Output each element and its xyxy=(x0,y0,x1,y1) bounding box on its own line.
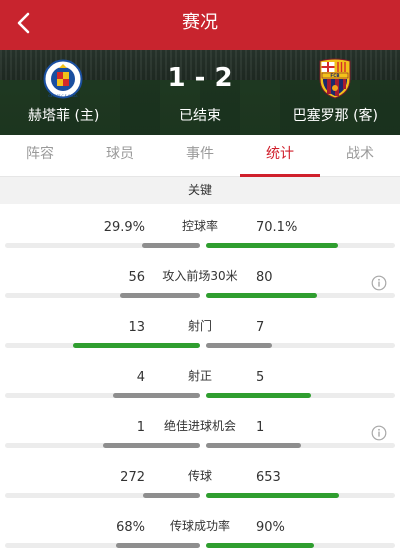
away-bar-fill xyxy=(206,543,314,548)
tab-lineup[interactable]: 阵容 xyxy=(0,135,80,177)
tab-events[interactable]: 事件 xyxy=(160,135,240,177)
stat-home-value: 29.9% xyxy=(103,220,145,235)
away-bar-track xyxy=(206,343,395,348)
home-bar-track xyxy=(5,443,200,448)
stat-home-value: 1 xyxy=(136,420,145,435)
stat-away-value: 80 xyxy=(256,270,273,285)
away-bar-fill xyxy=(206,343,273,348)
stat-away-value: 1 xyxy=(256,420,265,435)
away-team-name: 巴塞罗那 (客) xyxy=(292,108,378,124)
page-title: 赛况 xyxy=(182,12,218,33)
stat-row-final-third-entries: 56 攻入前场30米 80 xyxy=(0,261,400,311)
barcelona-crest-icon: FCB xyxy=(319,58,351,99)
away-bar-track xyxy=(206,543,395,548)
away-bar-track xyxy=(206,293,395,298)
home-bar-track xyxy=(5,293,200,298)
home-crest-text: GETAFE C.F. S.A.D. xyxy=(48,94,77,98)
tab-tactics[interactable]: 战术 xyxy=(320,135,400,177)
tab-players[interactable]: 球员 xyxy=(80,135,160,177)
home-bar-fill xyxy=(113,393,200,398)
getafe-crest-icon: GETAFE C.F. S.A.D. xyxy=(43,59,83,99)
match-score: 1 - 2 xyxy=(167,63,233,93)
stat-label: 射正 xyxy=(187,369,212,383)
home-bar-fill xyxy=(141,243,200,248)
stat-row-big-chances: 1 绝佳进球机会 1 xyxy=(0,411,400,461)
stat-row-shots-on-target: 4 射正 5 xyxy=(0,361,400,411)
stat-row-passes: 272 传球 653 xyxy=(0,461,400,511)
home-bar-fill xyxy=(73,343,200,348)
away-bar-fill xyxy=(206,243,339,248)
stat-away-value: 653 xyxy=(256,470,281,485)
stat-home-value: 4 xyxy=(136,370,145,385)
stat-label: 传球 xyxy=(187,469,212,483)
away-bar-fill xyxy=(206,393,312,398)
home-bar-track xyxy=(5,493,200,498)
stat-label: 传球成功率 xyxy=(169,519,230,533)
away-bar-fill xyxy=(206,443,301,448)
away-bar-fill xyxy=(206,493,340,498)
home-bar-track xyxy=(5,243,200,248)
stat-home-value: 272 xyxy=(120,470,145,485)
stat-away-value: 5 xyxy=(256,370,265,385)
stat-row-shots: 13 射门 7 xyxy=(0,311,400,361)
stat-away-value: 70.1% xyxy=(256,220,298,235)
away-bar-fill xyxy=(206,293,318,298)
info-icon[interactable] xyxy=(371,275,387,291)
stat-away-value: 90% xyxy=(256,520,285,535)
home-team-name: 赫塔菲 (主) xyxy=(28,108,100,124)
tab-statistics[interactable]: 统计 xyxy=(240,135,320,177)
home-bar-fill xyxy=(142,493,200,498)
info-icon[interactable] xyxy=(371,425,387,441)
home-bar-track xyxy=(5,543,200,548)
home-bar-track xyxy=(5,393,200,398)
stat-row-possession: 29.9% 控球率 70.1% xyxy=(0,211,400,261)
top-bar: 赛况 xyxy=(0,0,400,50)
away-bar-track xyxy=(206,393,395,398)
home-bar-track xyxy=(5,343,200,348)
match-status: 已结束 xyxy=(179,108,221,124)
away-crest-text: FCB xyxy=(330,73,339,78)
home-bar-fill xyxy=(116,543,200,548)
stat-row-pass-accuracy: 68% 传球成功率 90% xyxy=(0,511,400,549)
home-bar-fill xyxy=(102,443,200,448)
stat-label: 射门 xyxy=(187,319,212,333)
away-bar-track xyxy=(206,493,395,498)
stat-away-value: 7 xyxy=(256,320,265,335)
away-bar-track xyxy=(206,243,395,248)
home-bar-fill xyxy=(119,293,200,298)
stat-label: 攻入前场30米 xyxy=(162,269,238,283)
stat-label: 绝佳进球机会 xyxy=(163,419,236,433)
stat-home-value: 68% xyxy=(116,520,145,535)
match-tabs: 阵容 球员 事件 统计 战术 xyxy=(0,135,400,177)
stat-home-value: 56 xyxy=(128,270,145,285)
stat-home-value: 13 xyxy=(128,320,145,335)
away-bar-track xyxy=(206,443,395,448)
stat-label: 控球率 xyxy=(181,219,218,233)
section-title: 关键 xyxy=(0,177,400,204)
